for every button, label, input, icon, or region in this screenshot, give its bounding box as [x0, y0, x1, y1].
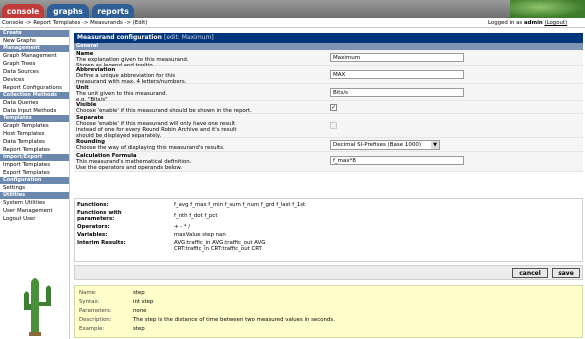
syntax-help-panel: Name: step Syntax: int step Parameters: none D… [74, 285, 583, 338]
sidebar-item[interactable]: Export Templates [0, 169, 69, 177]
save-button[interactable]: save [552, 268, 580, 278]
operators-list: + - * / [174, 224, 191, 230]
sidebar-item[interactable]: New Graphs [0, 37, 69, 45]
rounding-select[interactable]: Decimal SI-Prefixes (Base 1000) ▼ [330, 140, 440, 150]
syntax-label: Description: [79, 317, 112, 323]
syntax-label: Parameters: [79, 308, 112, 314]
tab-console[interactable]: console [2, 4, 44, 18]
syntax-row: Description: The step is the distance of … [79, 317, 335, 323]
sidebar-item[interactable]: Graph Templates [0, 122, 69, 130]
button-bar: cancel save [74, 265, 583, 280]
syntax-value: step [133, 326, 145, 332]
cactus-banner-image [510, 0, 585, 18]
syntax-label: Syntax: [79, 299, 100, 305]
cactus-logo [24, 278, 51, 336]
formula-row: Calculation Formula This measurand's math… [74, 152, 583, 172]
cancel-button[interactable]: cancel [512, 268, 548, 278]
sidebar-section-header: Collection Methods [0, 92, 69, 99]
sidebar-item[interactable]: System Utilities [0, 199, 69, 207]
unit-row: Unit The unit given to this measurand. e.g… [74, 84, 583, 103]
login-status: Logged in as admin (Logout) [488, 20, 568, 26]
sidebar-item[interactable]: Settings [0, 184, 69, 192]
sidebar-item[interactable]: Devices [0, 76, 69, 84]
formula-reference: Functions: f_avg f_max f_min f_sum f_num … [74, 198, 583, 262]
logout-link[interactable]: (Logout) [545, 20, 568, 26]
syntax-value: none [133, 308, 147, 314]
functions-with-params-list: f_nth f_dot f_pct [174, 213, 218, 219]
abbreviation-row: Abbreviation Define a unique abbreviation… [74, 66, 583, 85]
top-nav-bar: console graphs reports [0, 0, 585, 18]
visible-checkbox[interactable]: ✓ [330, 104, 337, 111]
sidebar-item[interactable]: Graph Management [0, 52, 69, 60]
variables-list: maxValue step nan [174, 232, 226, 238]
syntax-value: int step [133, 299, 154, 305]
sidebar-section-header: Utilities [0, 192, 69, 199]
separate-row: Separate Choose 'enable' if this measuran… [74, 114, 583, 139]
separate-checkbox[interactable] [330, 122, 337, 129]
sidebar-section-header: Templates [0, 115, 69, 122]
username: admin [523, 20, 543, 26]
sidebar-item[interactable]: Graph Trees [0, 60, 69, 68]
form-group-header: General [74, 43, 583, 50]
sidebar-item[interactable]: Data Sources [0, 68, 69, 76]
sidebar-section-header: Import/Export [0, 154, 69, 161]
sidebar-section-header: Management [0, 45, 69, 52]
syntax-row: Syntax: int step [79, 299, 153, 305]
sidebar-item[interactable]: Logout User [0, 215, 69, 223]
visible-row: Visible Choose 'enable' if this measurand… [74, 101, 583, 114]
interim-results-list: AVG:traffic_in AVG:traffic_out AVG CRT:tr… [174, 240, 266, 252]
syntax-label: Example: [79, 326, 105, 332]
sidebar-section-header: Create [0, 30, 69, 37]
sidebar-item[interactable]: Report Configurations [0, 84, 69, 92]
sidebar-item[interactable]: Data Queries [0, 99, 69, 107]
functions-list: f_avg f_max f_min f_sum f_num f_grd f_la… [174, 202, 306, 208]
sidebar-item[interactable]: User Management [0, 207, 69, 215]
sidebar-item[interactable]: Import Templates [0, 161, 69, 169]
measurand-form: Measurand configuration [edit: Maximum] … [74, 33, 583, 172]
breadcrumb-bar: Console -> Report Templates -> Measurand… [0, 18, 585, 28]
rounding-row: Rounding Choose the way of displaying thi… [74, 138, 583, 152]
sidebar-section-header: Configuration [0, 177, 69, 184]
abbreviation-input[interactable]: MAX [330, 70, 464, 79]
sidebar-item[interactable]: Report Templates [0, 146, 69, 154]
syntax-label: Name: [79, 290, 97, 296]
syntax-row: Name: step [79, 290, 145, 296]
sidebar-item[interactable]: Data Templates [0, 138, 69, 146]
formula-input[interactable]: f_max*8 [330, 156, 464, 165]
chevron-down-icon: ▼ [431, 141, 439, 149]
syntax-value: The step is the distance of time between… [133, 317, 335, 323]
syntax-value: step [133, 290, 145, 296]
syntax-row: Example: step [79, 326, 145, 332]
syntax-row: Parameters: none [79, 308, 146, 314]
tab-reports[interactable]: reports [92, 4, 134, 18]
breadcrumb: Console -> Report Templates -> Measurand… [2, 20, 148, 26]
form-title-bar: Measurand configuration [edit: Maximum] [74, 33, 583, 43]
name-input[interactable]: Maximum [330, 53, 464, 62]
name-row: Name The explanation given to this measur… [74, 50, 583, 69]
sidebar-item[interactable]: Data Input Methods [0, 107, 69, 115]
tab-graphs[interactable]: graphs [47, 4, 89, 18]
sidebar-item[interactable]: Host Templates [0, 130, 69, 138]
unit-input[interactable]: Bits/s [330, 88, 464, 97]
